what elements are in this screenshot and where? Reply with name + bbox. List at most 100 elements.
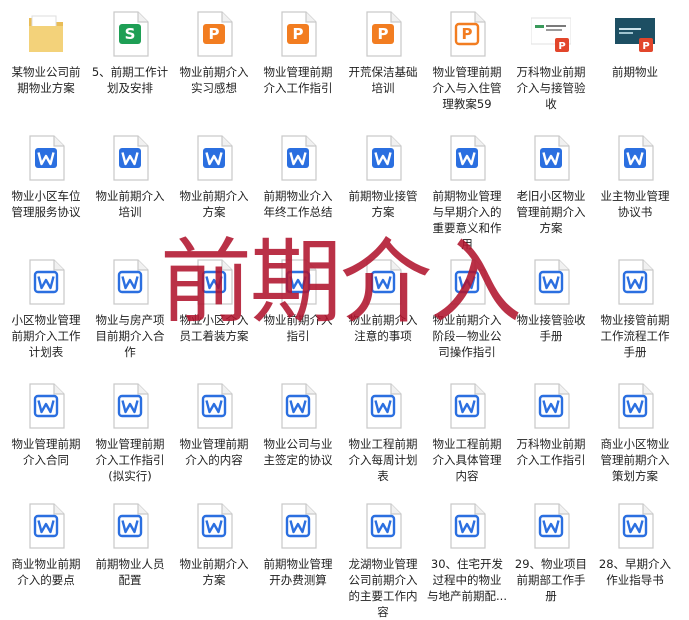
file-item[interactable]: 物业管理前期介入工作指引(拟实行): [88, 372, 172, 494]
file-item[interactable]: 前期物业接管方案: [341, 124, 425, 246]
file-label: 小区物业管理前期介入工作计划表: [11, 313, 81, 359]
file-label: 物业前期介入阶段—物业公司操作指引: [432, 313, 502, 359]
file-item[interactable]: P 物业前期介入实习感想: [172, 0, 256, 122]
file-item[interactable]: 万科物业前期介入工作指引: [509, 372, 593, 494]
file-item[interactable]: 业主物业管理协议书: [593, 124, 677, 246]
file-item[interactable]: P 物业管理前期介入与入住管理教案59: [425, 0, 509, 122]
svg-text:P: P: [558, 41, 565, 52]
word-outline-icon: [447, 502, 487, 550]
svg-text:P: P: [642, 41, 649, 52]
file-item[interactable]: 物业公司与业主签定的协议: [256, 372, 340, 494]
word-outline-icon: [447, 382, 487, 430]
word-outline-icon: [447, 258, 487, 306]
file-label: 前期物业管理开办费测算: [263, 557, 333, 587]
word-outline-icon: [531, 258, 571, 306]
word-outline-icon: [26, 502, 66, 550]
file-item[interactable]: 物业小区车位管理服务协议: [4, 124, 88, 246]
svg-text:P: P: [293, 25, 304, 43]
file-item[interactable]: 物业前期介入方案: [172, 124, 256, 246]
file-label: 物业管理前期介入合同: [11, 437, 81, 467]
file-item[interactable]: 物业工程前期介入每周计划表: [341, 372, 425, 494]
file-item[interactable]: 前期物业管理与早期介入的重要意义和作用: [425, 124, 509, 251]
file-item[interactable]: 物业前期介入方案: [172, 492, 256, 614]
file-label: 开荒保洁基础培训: [348, 65, 418, 95]
file-item[interactable]: 前期物业介入年终工作总结: [256, 124, 340, 246]
file-label: 前期物业: [612, 65, 658, 79]
word-outline-icon: [363, 382, 403, 430]
file-item[interactable]: 某物业公司前期物业方案: [4, 0, 88, 122]
file-item[interactable]: 物业前期介入注意的事项: [341, 248, 425, 370]
file-item[interactable]: 物业前期介入培训: [88, 124, 172, 246]
file-item[interactable]: S 5、前期工作计划及安排: [88, 0, 172, 122]
file-label: 某物业公司前期物业方案: [11, 65, 81, 95]
file-label: 物业工程前期介入具体管理内容: [432, 437, 502, 483]
file-item[interactable]: P 前期物业: [593, 0, 677, 122]
file-label: 老旧小区物业管理前期介入方案: [516, 189, 586, 235]
file-item[interactable]: P 开荒保洁基础培训: [341, 0, 425, 122]
file-item[interactable]: 物业前期介入阶段—物业公司操作指引: [425, 248, 509, 370]
word-outline-icon: [110, 502, 150, 550]
file-item[interactable]: 物业接管验收手册: [509, 248, 593, 370]
word-outline-icon: [615, 258, 655, 306]
file-item[interactable]: 老旧小区物业管理前期介入方案: [509, 124, 593, 246]
file-label: 物业与房产项目前期介入合作: [95, 313, 165, 359]
file-item[interactable]: 物业管理前期介入合同: [4, 372, 88, 494]
svg-text:S: S: [125, 25, 136, 43]
word-outline-icon: [615, 382, 655, 430]
file-label: 物业小区车位管理服务协议: [11, 189, 81, 219]
word-outline-icon: [110, 258, 150, 306]
ppt-thumb-dark-icon: P: [615, 10, 655, 58]
file-item[interactable]: 前期物业人员配置: [88, 492, 172, 614]
file-item[interactable]: 小区物业管理前期介入工作计划表: [4, 248, 88, 370]
file-item[interactable]: 28、早期介入作业指导书: [593, 492, 677, 614]
word-icon: [278, 134, 318, 182]
svg-text:P: P: [209, 25, 220, 43]
svg-text:P: P: [378, 25, 389, 43]
word-icon: [26, 134, 66, 182]
file-label: 物业前期介入培训: [95, 189, 165, 219]
file-item[interactable]: 物业小区介入员工着装方案: [172, 248, 256, 370]
file-label: 业主物业管理协议书: [600, 189, 670, 219]
word-icon: [194, 134, 234, 182]
file-label: 商业物业前期介入的要点: [11, 557, 81, 587]
word-outline-icon: [363, 502, 403, 550]
file-item[interactable]: 30、住宅开发过程中的物业与地产前期配...: [425, 492, 509, 614]
file-item[interactable]: 29、物业项目前期部工作手册: [509, 492, 593, 614]
file-label: 物业管理前期介入的内容: [179, 437, 249, 467]
file-item[interactable]: 龙湖物业管理公司前期介入的主要工作内容: [341, 492, 425, 619]
word-outline-icon: [110, 382, 150, 430]
ppt-icon: P: [194, 10, 234, 58]
word-outline-icon: [531, 502, 571, 550]
file-item[interactable]: 商业物业前期介入的要点: [4, 492, 88, 614]
ppt-icon: P: [363, 10, 403, 58]
word-outline-icon: [531, 382, 571, 430]
wps-sheet-icon: S: [110, 10, 150, 58]
file-item[interactable]: 物业管理前期介入的内容: [172, 372, 256, 494]
file-item[interactable]: 前期物业管理开办费测算: [256, 492, 340, 614]
file-item[interactable]: P 万科物业前期介入与接管验收: [509, 0, 593, 122]
word-outline-icon: [278, 502, 318, 550]
word-icon: [615, 134, 655, 182]
svg-text:P: P: [462, 25, 473, 43]
file-label: 万科物业前期介入工作指引: [516, 437, 586, 467]
file-label: 物业接管验收手册: [516, 313, 586, 343]
file-item[interactable]: 物业工程前期介入具体管理内容: [425, 372, 509, 494]
ppt-icon: P: [278, 10, 318, 58]
file-grid: 某物业公司前期物业方案 S 5、前期工作计划及安排 P 物业前期介入实习感想 P 物业管理前…: [0, 0, 689, 619]
file-label: 物业管理前期介入与入住管理教案59: [432, 65, 502, 111]
word-icon: [531, 134, 571, 182]
word-icon: [363, 134, 403, 182]
file-item[interactable]: 物业前期介入指引: [256, 248, 340, 370]
file-label: 5、前期工作计划及安排: [91, 65, 169, 95]
file-item[interactable]: 商业小区物业管理前期介入策划方案: [593, 372, 677, 494]
file-label: 物业前期介入方案: [179, 189, 249, 219]
word-outline-icon: [26, 382, 66, 430]
file-label: 前期物业管理与早期介入的重要意义和作用: [432, 189, 502, 251]
word-outline-icon: [194, 258, 234, 306]
file-label: 前期物业接管方案: [348, 189, 418, 219]
file-item[interactable]: 物业与房产项目前期介入合作: [88, 248, 172, 370]
file-label: 物业管理前期介入工作指引(拟实行): [95, 437, 165, 483]
file-label: 前期物业介入年终工作总结: [263, 189, 333, 219]
file-item[interactable]: P 物业管理前期介入工作指引: [256, 0, 340, 122]
file-item[interactable]: 物业接管前期工作流程工作手册: [593, 248, 677, 370]
